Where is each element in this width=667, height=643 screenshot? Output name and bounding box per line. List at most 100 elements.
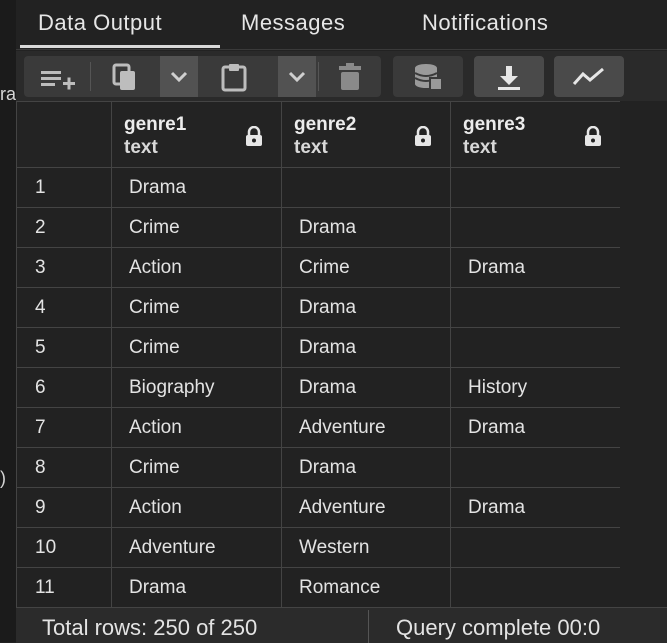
table-row[interactable]: 7 Action Adventure Drama xyxy=(16,407,621,448)
column-name: genre3 xyxy=(463,114,526,135)
query-status: Query complete 00:0 xyxy=(396,615,601,640)
cell-genre3[interactable] xyxy=(450,287,621,328)
cell-genre3[interactable] xyxy=(450,167,621,208)
cell-genre1[interactable]: Crime xyxy=(111,447,282,488)
cell-genre3[interactable]: History xyxy=(450,367,621,408)
table-row[interactable]: 3 Action Crime Drama xyxy=(16,247,621,288)
table-row[interactable]: 9 Action Adventure Drama xyxy=(16,487,621,528)
results-grid: genre1 text genre2 text genre3 text 1 Dr… xyxy=(16,101,621,608)
table-row[interactable]: 8 Crime Drama xyxy=(16,447,621,488)
status-bar: Total rows: 250 of 250 Query complete 00… xyxy=(16,607,667,643)
save-data-button[interactable] xyxy=(393,56,463,97)
chevron-down-icon xyxy=(170,71,188,82)
cell-genre3[interactable]: Drama xyxy=(450,407,621,448)
chevron-down-icon xyxy=(288,71,306,82)
cell-genre1[interactable]: Action xyxy=(111,487,282,528)
column-name: genre2 xyxy=(294,114,357,135)
cell-genre1[interactable]: Adventure xyxy=(111,527,282,568)
tab-messages[interactable]: Messages xyxy=(221,0,401,50)
table-row[interactable]: 6 Biography Drama History xyxy=(16,367,621,408)
cell-genre3[interactable] xyxy=(450,527,621,568)
cell-genre3[interactable]: Drama xyxy=(450,487,621,528)
cell-genre2[interactable]: Romance xyxy=(281,567,451,608)
download-button-inner[interactable] xyxy=(474,56,544,97)
row-number[interactable]: 11 xyxy=(16,567,112,608)
cell-genre1[interactable]: Crime xyxy=(111,287,282,328)
cell-genre3[interactable] xyxy=(450,447,621,488)
row-number[interactable]: 5 xyxy=(16,327,112,368)
graph-visualiser-button[interactable] xyxy=(554,56,624,97)
cell-genre3[interactable] xyxy=(450,207,621,248)
cell-genre1[interactable]: Action xyxy=(111,407,282,448)
cell-genre2[interactable]: Drama xyxy=(281,367,451,408)
row-number[interactable]: 1 xyxy=(16,167,112,208)
cell-genre2[interactable]: Drama xyxy=(281,287,451,328)
table-row[interactable]: 10 Adventure Western xyxy=(16,527,621,568)
cell-genre2[interactable]: Drama xyxy=(281,207,451,248)
gutter-text-fragment: ra xyxy=(0,84,17,104)
cell-genre3[interactable] xyxy=(450,567,621,608)
copy-button[interactable] xyxy=(91,56,159,97)
paste-options-dropdown[interactable] xyxy=(278,56,316,97)
cell-genre1[interactable]: Crime xyxy=(111,207,282,248)
column-header-genre1[interactable]: genre1 text xyxy=(111,101,282,168)
save-data-icon xyxy=(414,63,443,91)
copy-icon xyxy=(112,63,135,90)
column-name: genre1 xyxy=(124,114,187,135)
row-number[interactable]: 8 xyxy=(16,447,112,488)
column-type: text xyxy=(463,137,497,158)
paste-button[interactable] xyxy=(199,56,269,97)
delete-row-button[interactable] xyxy=(319,56,381,97)
cell-genre2[interactable]: Adventure xyxy=(281,407,451,448)
lock-icon xyxy=(415,126,431,146)
graph-visualiser-button-inner[interactable] xyxy=(554,56,624,97)
cell-genre2[interactable]: Drama xyxy=(281,327,451,368)
result-tabs: Data Output Messages Notifications xyxy=(16,0,667,50)
graph-icon xyxy=(572,67,604,85)
column-header-genre2[interactable]: genre2 text xyxy=(281,101,451,168)
column-header-genre3[interactable]: genre3 text xyxy=(450,101,621,168)
cell-genre1[interactable]: Action xyxy=(111,247,282,288)
cell-genre2[interactable]: Drama xyxy=(281,447,451,488)
add-row-button[interactable] xyxy=(24,56,90,97)
lock-icon xyxy=(246,126,262,146)
table-row[interactable]: 4 Crime Drama xyxy=(16,287,621,328)
cell-genre1[interactable]: Biography xyxy=(111,367,282,408)
save-data-button-inner[interactable] xyxy=(393,56,463,97)
download-icon xyxy=(498,65,520,90)
cell-genre3[interactable]: Drama xyxy=(450,247,621,288)
cell-genre3[interactable] xyxy=(450,327,621,368)
table-row[interactable]: 5 Crime Drama xyxy=(16,327,621,368)
left-gutter: ra ) xyxy=(0,0,16,642)
row-number-header[interactable] xyxy=(16,101,112,168)
cell-genre1[interactable]: Crime xyxy=(111,327,282,368)
row-number[interactable]: 7 xyxy=(16,407,112,448)
row-number[interactable]: 2 xyxy=(16,207,112,248)
table-row[interactable]: 11 Drama Romance xyxy=(16,567,621,608)
add-row-icon xyxy=(41,70,75,89)
paste-icon xyxy=(221,63,247,91)
row-number[interactable]: 3 xyxy=(16,247,112,288)
table-row[interactable]: 1 Drama xyxy=(16,167,621,208)
row-number[interactable]: 9 xyxy=(16,487,112,528)
download-button[interactable] xyxy=(474,56,544,97)
row-number[interactable]: 10 xyxy=(16,527,112,568)
table-row[interactable]: 2 Crime Drama xyxy=(16,207,621,248)
row-number[interactable]: 4 xyxy=(16,287,112,328)
column-type: text xyxy=(294,137,328,158)
tab-divider xyxy=(16,49,667,50)
cell-genre2[interactable]: Crime xyxy=(281,247,451,288)
cell-genre1[interactable]: Drama xyxy=(111,567,282,608)
total-rows-status: Total rows: 250 of 250 xyxy=(42,615,258,640)
data-toolbar xyxy=(16,51,667,101)
status-separator xyxy=(368,610,369,643)
row-number[interactable]: 6 xyxy=(16,367,112,408)
cell-genre2[interactable]: Western xyxy=(281,527,451,568)
cell-genre1[interactable]: Drama xyxy=(111,167,282,208)
cell-genre2[interactable]: Adventure xyxy=(281,487,451,528)
copy-options-dropdown[interactable] xyxy=(160,56,198,97)
cell-genre2[interactable] xyxy=(281,167,451,208)
tab-notifications[interactable]: Notifications xyxy=(402,0,617,50)
lock-icon xyxy=(585,126,601,146)
tab-data-output[interactable]: Data Output xyxy=(18,0,220,50)
